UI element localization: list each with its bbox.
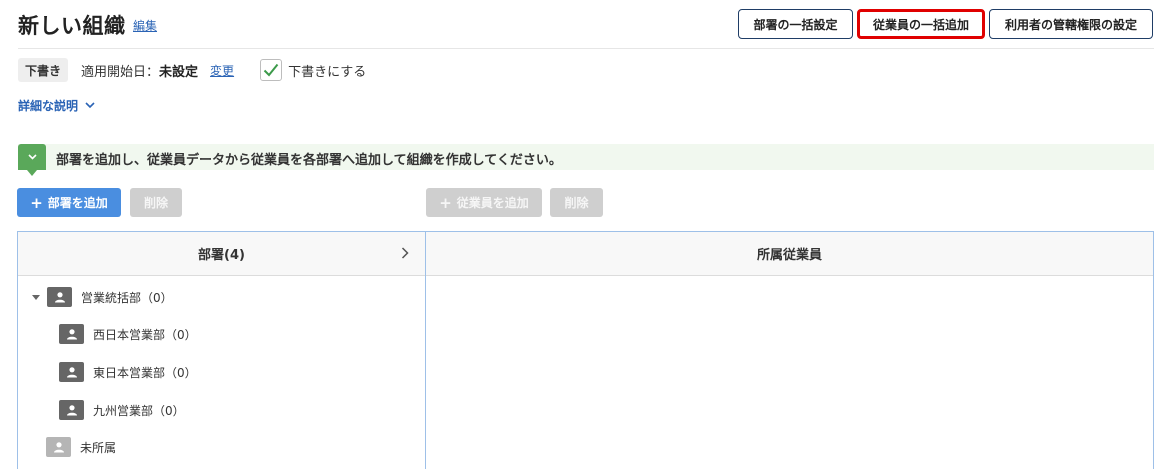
person-icon — [59, 362, 84, 382]
members-panel: 所属従業員 — [425, 231, 1154, 469]
delete-department-button: 削除 — [130, 188, 182, 217]
chevron-down-icon — [27, 154, 37, 160]
person-icon — [47, 287, 72, 307]
chevron-right-icon[interactable] — [401, 247, 409, 259]
delete-employee-button: 削除 — [550, 188, 603, 217]
tree-item-kyushu[interactable]: 九州営業部（0） — [59, 399, 185, 421]
departments-header-label: 部署(4) — [198, 248, 245, 263]
check-icon — [263, 63, 279, 77]
members-header-label: 所属従業員 — [756, 248, 822, 263]
tree-item-east-japan[interactable]: 東日本営業部（0） — [59, 361, 197, 383]
tree-item-label: 未所属 — [80, 440, 117, 455]
tree-item-label: 営業統括部（0） — [81, 290, 173, 305]
edit-title-link[interactable]: 編集 — [133, 17, 157, 34]
info-message: 部署を追加し、従業員データから従業員を各部署へ追加して組織を作成してください。 — [56, 153, 562, 168]
start-date-label: 適用開始日： — [81, 64, 160, 80]
page-title: 新しい組織 — [18, 14, 126, 38]
bulk-department-button[interactable]: 部署の一括設定 — [738, 9, 853, 39]
person-icon — [59, 400, 84, 420]
plus-icon: + — [30, 193, 43, 212]
add-employee-button: + 従業員を追加 — [426, 188, 542, 217]
tree-item-unassigned[interactable]: 未所属 — [46, 436, 116, 458]
status-row: 下書き 適用開始日： 未設定 変更 下書きにする — [18, 58, 366, 82]
user-jurisdiction-button[interactable]: 利用者の管轄権限の設定 — [989, 9, 1153, 39]
draft-checkbox[interactable] — [260, 59, 283, 81]
draft-badge: 下書き — [18, 58, 69, 82]
plus-icon: + — [439, 193, 452, 212]
add-department-button[interactable]: + 部署を追加 — [17, 188, 121, 217]
tree-item-west-japan[interactable]: 西日本営業部（0） — [59, 323, 197, 345]
header-divider — [18, 48, 1154, 49]
chevron-down-icon — [85, 102, 95, 109]
info-collapse-toggle[interactable] — [18, 144, 46, 176]
bulk-employee-button[interactable]: 従業員の一括追加 — [857, 9, 985, 39]
tree-item-label: 東日本営業部（0） — [93, 365, 197, 380]
person-icon — [59, 324, 84, 344]
tree-item-label: 西日本営業部（0） — [93, 327, 197, 342]
details-toggle-label: 詳細な説明 — [18, 99, 79, 113]
caret-down-icon[interactable] — [31, 292, 41, 302]
tree-item-label: 九州営業部（0） — [93, 403, 185, 418]
departments-panel-header: 部署(4) — [18, 232, 425, 276]
members-panel-header: 所属従業員 — [426, 232, 1153, 276]
page-header: 新しい組織 編集 部署の一括設定 従業員の一括追加 利用者の管轄権限の設定 — [0, 0, 1172, 49]
add-employee-label: 従業員を追加 — [456, 196, 529, 210]
departments-panel: 部署(4) 営業統括部（0） 西日本営業部（0） 東日本営業部（0） 九州営業部… — [17, 231, 426, 469]
add-department-label: 部署を追加 — [47, 196, 108, 210]
change-start-date-link[interactable]: 変更 — [210, 62, 234, 79]
person-icon — [46, 437, 71, 457]
draft-checkbox-label: 下書きにする — [288, 64, 367, 80]
start-date-value: 未設定 — [159, 64, 199, 80]
info-bar: 部署を追加し、従業員データから従業員を各部署へ追加して組織を作成してください。 — [18, 144, 1154, 176]
details-toggle[interactable]: 詳細な説明 — [18, 97, 95, 114]
tree-item-sales-hq[interactable]: 営業統括部（0） — [31, 286, 173, 308]
